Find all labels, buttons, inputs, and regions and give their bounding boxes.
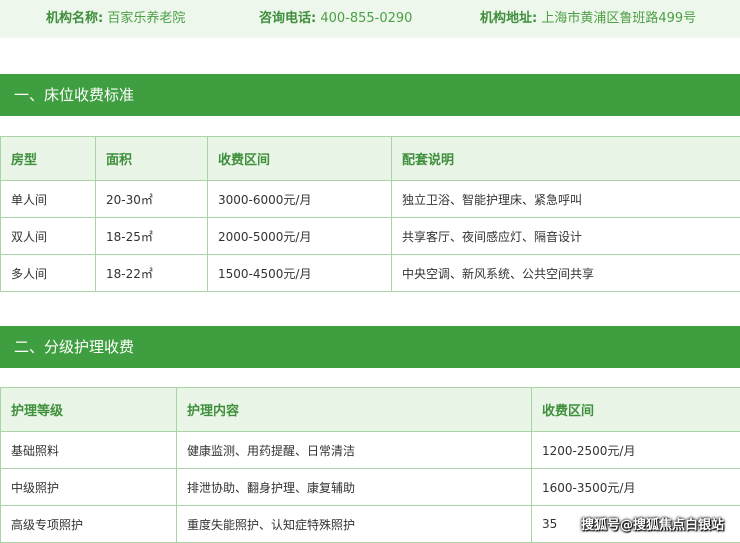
info-bar: 机构名称: 百家乐养老院 咨询电话: 400-855-0290 机构地址: 上海… bbox=[0, 0, 740, 38]
cell-care-level: 高级专项照护 bbox=[0, 505, 177, 543]
cell-area: 20-30㎡ bbox=[95, 180, 208, 218]
column-header-care-content: 护理内容 bbox=[176, 387, 532, 432]
watermark: 搜狐号@搜狐焦点白银站 bbox=[580, 518, 724, 533]
cell-care-level: 中级照护 bbox=[0, 468, 177, 506]
institution-name: 机构名称: 百家乐养老院 bbox=[46, 0, 185, 38]
table-row: 多人间 18-22㎡ 1500-4500元/月 中央空调、新风系统、公共空间共享 bbox=[0, 254, 740, 292]
bed-fee-table: 房型 面积 收费区间 配套说明 单人间 20-30㎡ 3000-6000元/月 … bbox=[0, 136, 740, 292]
cell-facilities: 共享客厅、夜间感应灯、隔音设计 bbox=[391, 217, 740, 255]
cell-care-level: 基础照料 bbox=[0, 431, 177, 469]
section-title-bed-fees: 一、床位收费标准 bbox=[0, 74, 740, 116]
column-header-fee-range: 收费区间 bbox=[531, 387, 740, 432]
cell-care-content: 重度失能照护、认知症特殊照护 bbox=[176, 505, 532, 543]
column-header-area: 面积 bbox=[95, 136, 208, 181]
cell-room-type: 双人间 bbox=[0, 217, 96, 255]
cell-fee-range: 1500-4500元/月 bbox=[207, 254, 392, 292]
table-header-row: 房型 面积 收费区间 配套说明 bbox=[0, 136, 740, 181]
cell-fee-range: 3000-6000元/月 bbox=[207, 180, 392, 218]
page: 机构名称: 百家乐养老院 咨询电话: 400-855-0290 机构地址: 上海… bbox=[0, 0, 740, 543]
table-row: 中级照护 排泄协助、翻身护理、康复辅助 1600-3500元/月 bbox=[0, 468, 740, 506]
table-row: 单人间 20-30㎡ 3000-6000元/月 独立卫浴、智能护理床、紧急呼叫 bbox=[0, 180, 740, 218]
column-header-facilities: 配套说明 bbox=[391, 136, 740, 181]
cell-room-type: 单人间 bbox=[0, 180, 96, 218]
table-row: 基础照料 健康监测、用药提醒、日常清洁 1200-2500元/月 bbox=[0, 431, 740, 469]
institution-address: 机构地址: 上海市黄浦区鲁班路499号 bbox=[480, 0, 696, 38]
column-header-fee-range: 收费区间 bbox=[207, 136, 392, 181]
table-header-row: 护理等级 护理内容 收费区间 bbox=[0, 387, 740, 432]
consult-phone-label: 咨询电话: bbox=[259, 11, 317, 26]
cell-facilities: 中央空调、新风系统、公共空间共享 bbox=[391, 254, 740, 292]
cell-care-content: 健康监测、用药提醒、日常清洁 bbox=[176, 431, 532, 469]
section-title-care-fees: 二、分级护理收费 bbox=[0, 326, 740, 368]
institution-name-label: 机构名称: bbox=[46, 11, 104, 26]
column-header-care-level: 护理等级 bbox=[0, 387, 177, 432]
cell-room-type: 多人间 bbox=[0, 254, 96, 292]
institution-name-value: 百家乐养老院 bbox=[107, 11, 186, 26]
institution-address-label: 机构地址: bbox=[480, 11, 538, 26]
cell-fee-range: 1600-3500元/月 bbox=[531, 468, 740, 506]
consult-phone: 咨询电话: 400-855-0290 bbox=[259, 0, 412, 38]
cell-care-content: 排泄协助、翻身护理、康复辅助 bbox=[176, 468, 532, 506]
cell-area: 18-22㎡ bbox=[95, 254, 208, 292]
cell-area: 18-25㎡ bbox=[95, 217, 208, 255]
cell-fee-range: 1200-2500元/月 bbox=[531, 431, 740, 469]
table-row: 双人间 18-25㎡ 2000-5000元/月 共享客厅、夜间感应灯、隔音设计 bbox=[0, 217, 740, 255]
cell-fee-range: 2000-5000元/月 bbox=[207, 217, 392, 255]
column-header-room-type: 房型 bbox=[0, 136, 96, 181]
consult-phone-value: 400-855-0290 bbox=[320, 11, 413, 26]
cell-facilities: 独立卫浴、智能护理床、紧急呼叫 bbox=[391, 180, 740, 218]
institution-address-value: 上海市黄浦区鲁班路499号 bbox=[541, 11, 697, 26]
